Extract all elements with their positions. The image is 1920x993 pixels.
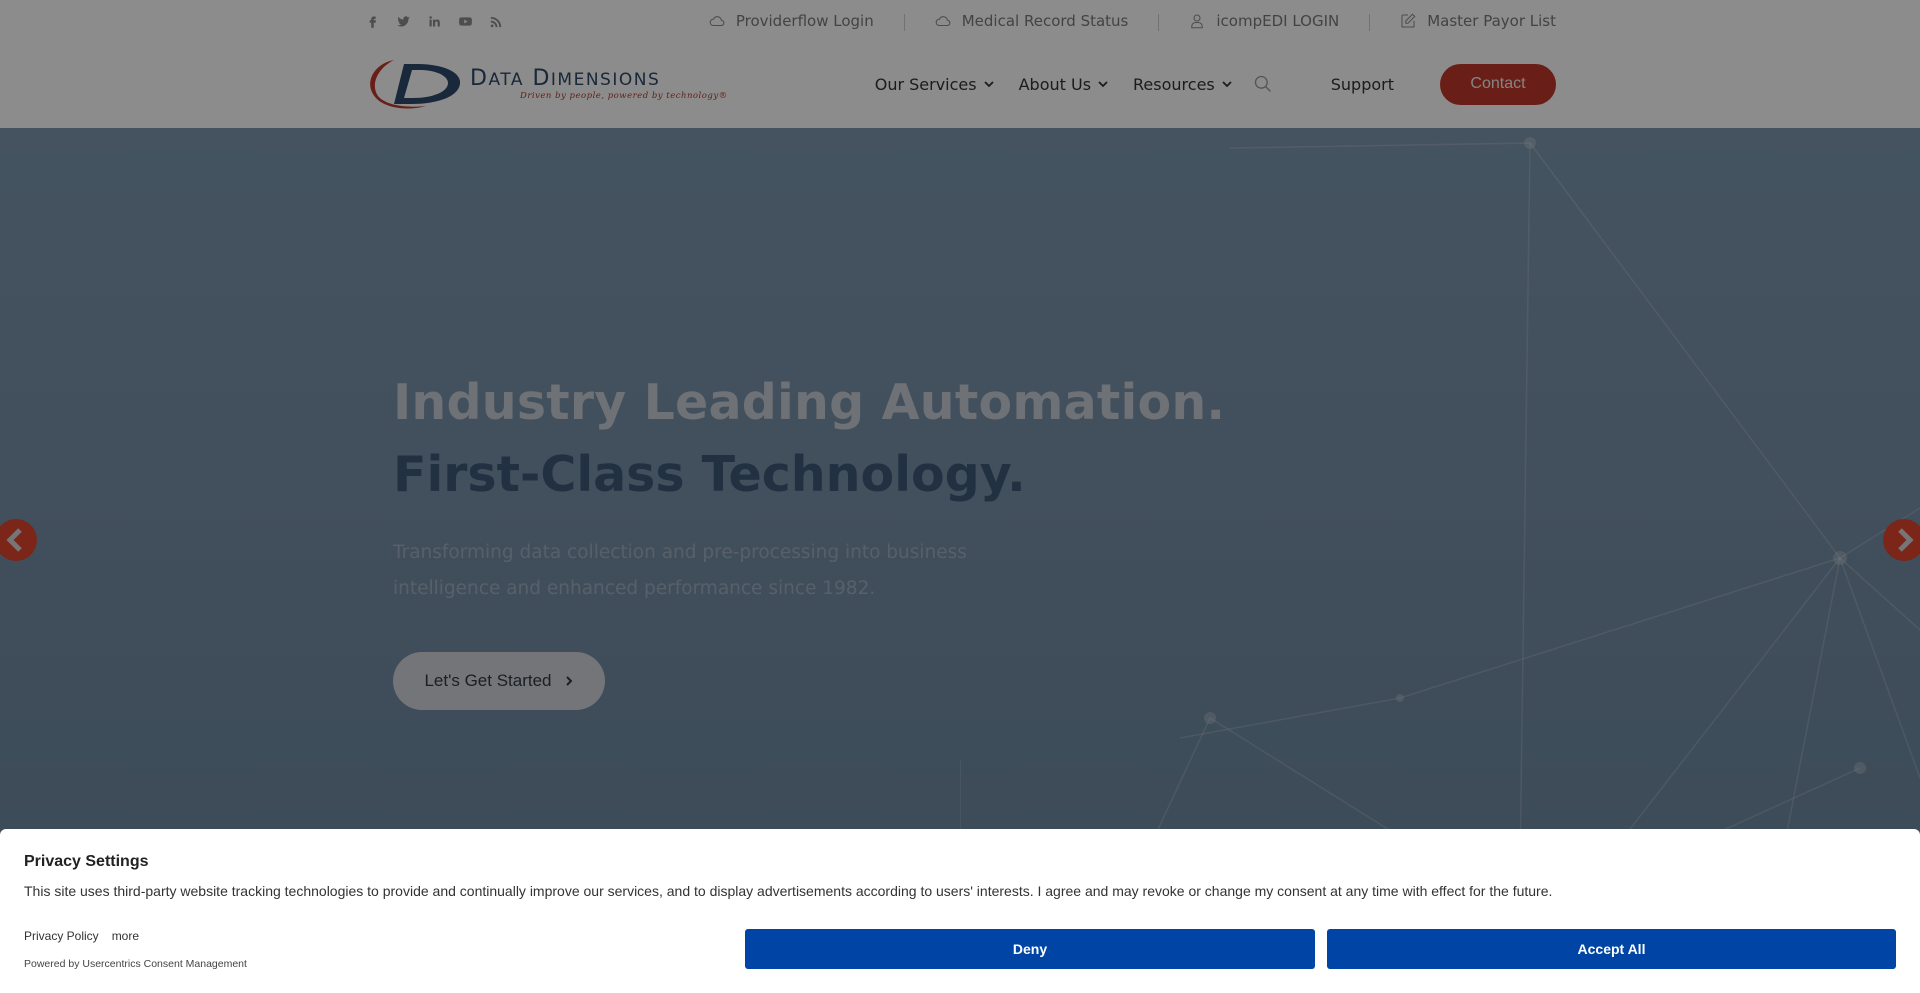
- main-nav: DATA DIMENSIONS Driven by people, powere…: [364, 50, 1556, 118]
- top-link-label: Medical Record Status: [961, 12, 1129, 30]
- privacy-consent-banner: Privacy Settings This site uses third-pa…: [0, 829, 1920, 993]
- chevron-left-icon: [6, 528, 22, 552]
- consent-links: Privacy Policy more: [24, 929, 139, 943]
- nav-label: Resources: [1133, 74, 1215, 94]
- nav-resources[interactable]: Resources: [1133, 75, 1233, 94]
- nav-support[interactable]: Support: [1331, 75, 1394, 94]
- top-links: Providerflow Login Medical Record Status…: [678, 12, 1556, 31]
- get-started-button[interactable]: Let's Get Started: [393, 652, 605, 710]
- logo-mark-icon: [370, 60, 461, 109]
- nav-label: About Us: [1018, 74, 1092, 94]
- chevron-down-icon: [983, 81, 994, 88]
- search-button[interactable]: [1253, 74, 1273, 94]
- nav-label: Our Services: [874, 74, 977, 94]
- logo[interactable]: DATA DIMENSIONS Driven by people, powere…: [364, 50, 728, 118]
- top-link-label: Providerflow Login: [735, 12, 874, 30]
- logo-text: DATA DIMENSIONS Driven by people, powere…: [470, 65, 728, 101]
- top-link-providerflow[interactable]: Providerflow Login: [678, 12, 904, 30]
- hero-content: Industry Leading Automation. First-Class…: [393, 373, 1225, 710]
- primary-nav: Our Services About Us Resources Support …: [851, 63, 1556, 105]
- social-links: [364, 13, 505, 30]
- more-link[interactable]: more: [112, 929, 139, 943]
- deny-button[interactable]: Deny: [745, 929, 1315, 969]
- top-link-icompedi-login[interactable]: icompEDI LOGIN: [1158, 12, 1369, 31]
- consent-title: Privacy Settings: [24, 853, 149, 870]
- powered-by-text: Powered by Usercentrics Consent Manageme…: [24, 958, 247, 970]
- chevron-down-icon: [1222, 81, 1232, 88]
- edit-icon: [1401, 13, 1416, 28]
- slider-next-button[interactable]: [1883, 519, 1920, 561]
- top-link-master-payor-list[interactable]: Master Payor List: [1369, 12, 1556, 31]
- user-icon: [1191, 14, 1204, 29]
- consent-text: This site uses third-party website track…: [24, 883, 1553, 899]
- nav-our-services[interactable]: Our Services: [875, 75, 995, 94]
- accept-all-button[interactable]: Accept All: [1327, 929, 1896, 969]
- top-bar: Providerflow Login Medical Record Status…: [364, 0, 1556, 42]
- contact-button[interactable]: Contact: [1440, 63, 1556, 105]
- logo-tagline: Driven by people, powered by technology®: [520, 90, 728, 101]
- top-link-medical-record-status[interactable]: Medical Record Status: [903, 12, 1159, 31]
- chevron-right-icon: [1898, 528, 1914, 552]
- linkedin-icon[interactable]: [426, 13, 443, 30]
- top-link-label: icompEDI LOGIN: [1216, 12, 1340, 30]
- chevron-right-icon: [565, 676, 572, 686]
- nav-about-us[interactable]: About Us: [1019, 75, 1109, 94]
- search-icon: [1254, 75, 1271, 92]
- hero-headline-line1: Industry Leading Automation.: [393, 374, 1226, 431]
- hero-slider: Industry Leading Automation. First-Class…: [0, 128, 1920, 868]
- privacy-policy-link[interactable]: Privacy Policy: [24, 929, 99, 943]
- twitter-icon[interactable]: [395, 13, 412, 30]
- facebook-icon[interactable]: [364, 13, 381, 30]
- top-link-label: Master Payor List: [1427, 12, 1556, 30]
- chevron-down-icon: [1098, 81, 1108, 88]
- site-header: Providerflow Login Medical Record Status…: [0, 0, 1920, 128]
- hero-subtitle: Transforming data collection and pre-pro…: [393, 542, 967, 599]
- cloud-icon: [709, 16, 725, 27]
- logo-title: DATA DIMENSIONS: [470, 65, 661, 91]
- rss-icon[interactable]: [488, 13, 505, 30]
- cta-label: Let's Get Started: [424, 671, 552, 690]
- cloud-icon: [935, 16, 951, 27]
- hero-headline-line2: First-Class Technology.: [393, 446, 1026, 503]
- youtube-icon[interactable]: [457, 13, 474, 30]
